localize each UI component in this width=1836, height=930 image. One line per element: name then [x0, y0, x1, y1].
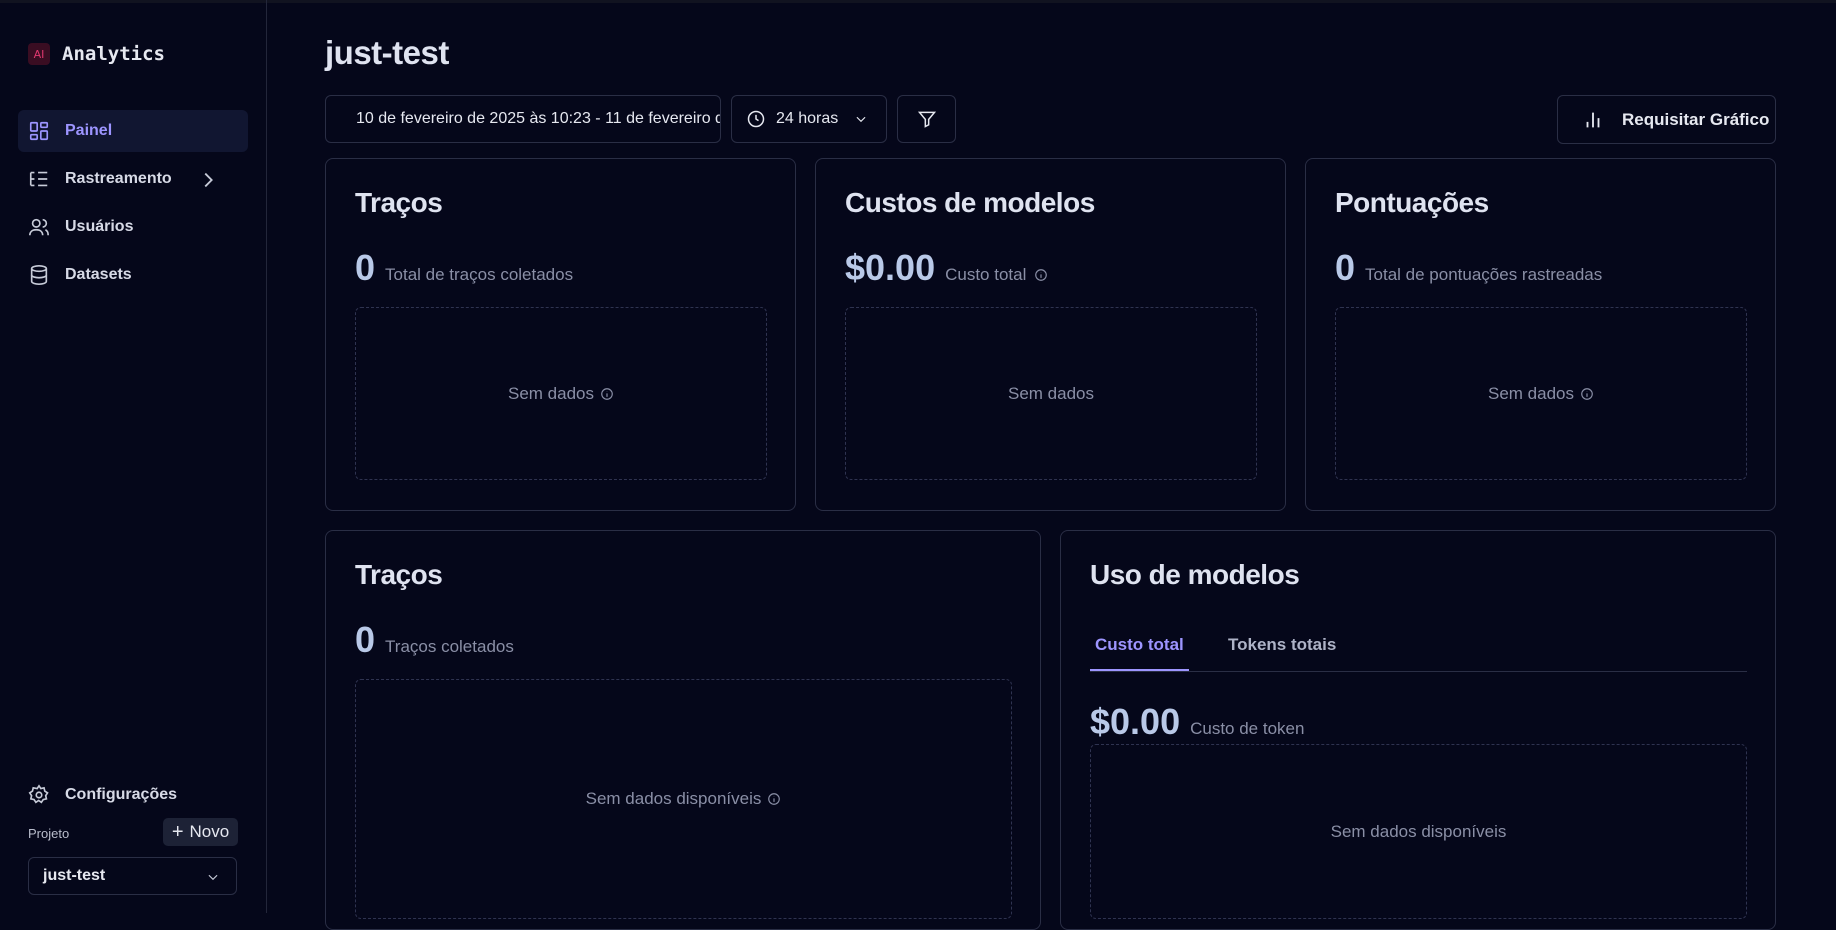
- tab-total-tokens[interactable]: Tokens totais: [1223, 627, 1341, 671]
- database-icon: [30, 265, 48, 285]
- card-title: Custos de modelos: [845, 187, 1095, 218]
- metric-label: Traços coletados: [385, 637, 514, 656]
- sidebar-item-rastreamento[interactable]: Rastreamento: [18, 158, 248, 200]
- project-label: Projeto: [28, 826, 70, 841]
- info-icon[interactable]: [1580, 387, 1594, 401]
- traces-chart-metric: 0 Traços coletados: [355, 619, 514, 661]
- sidebar-item-settings[interactable]: Configurações: [28, 784, 177, 806]
- sidebar-item-usuarios[interactable]: Usuários: [18, 206, 248, 248]
- sidebar-item-datasets[interactable]: Datasets: [18, 254, 248, 296]
- sidebar-item-painel[interactable]: Painel: [18, 110, 248, 152]
- sidebar-item-label: Rastreamento: [65, 170, 172, 187]
- empty-state-text: Sem dados disponíveis: [1330, 821, 1507, 841]
- date-range-picker[interactable]: 10 de fevereiro de 2025 às 10:23 - 11 de…: [325, 95, 721, 143]
- request-chart-label: Requisitar Gráfico: [1622, 109, 1770, 129]
- dashboard-icon: [29, 121, 49, 141]
- filter-button[interactable]: [897, 95, 956, 143]
- top-border: [0, 0, 1836, 3]
- empty-state: Sem dados: [355, 307, 767, 480]
- metric-label: Total de pontuações rastreadas: [1365, 265, 1603, 284]
- card-title: Traços: [355, 187, 443, 218]
- app-logo[interactable]: AI Analytics: [28, 43, 165, 65]
- empty-state-text: Sem dados: [1008, 383, 1094, 403]
- time-range-label: 24 horas: [776, 110, 839, 127]
- project-select[interactable]: just-test: [28, 857, 237, 895]
- sidebar-item-label: Datasets: [65, 266, 132, 283]
- metric-label: Custo total: [945, 265, 1048, 285]
- empty-state-text: Sem dados: [508, 383, 594, 403]
- scores-card: Pontuações 0 Total de pontuações rastrea…: [1305, 158, 1776, 511]
- model-usage-metric: $0.00 Custo de token: [1090, 701, 1304, 743]
- model-costs-card: Custos de modelos $0.00 Custo total Sem …: [815, 158, 1286, 511]
- chevron-down-icon: [208, 874, 218, 881]
- settings-label: Configurações: [65, 786, 178, 803]
- card-title: Pontuações: [1335, 187, 1489, 218]
- traces-chart-card: Traços 0 Traços coletados Sem dados disp…: [325, 530, 1041, 930]
- sidebar-item-label: Usuários: [65, 218, 134, 235]
- new-project-button[interactable]: + Novo: [163, 818, 238, 846]
- traces-metric: 0 Total de traços coletados: [355, 247, 573, 289]
- metric-label: Total de traços coletados: [385, 265, 574, 284]
- time-range-select[interactable]: 24 horas: [731, 95, 887, 143]
- empty-state-text: Sem dados disponíveis: [585, 789, 762, 808]
- info-icon[interactable]: [1034, 268, 1048, 282]
- plus-icon: +: [171, 821, 184, 843]
- costs-metric: $0.00 Custo total: [845, 247, 1048, 289]
- clock-icon: [747, 110, 765, 128]
- page-title: just-test: [325, 34, 449, 71]
- info-icon[interactable]: [767, 792, 781, 806]
- list-tree-icon: [29, 171, 48, 187]
- gear-icon: [28, 784, 49, 804]
- traces-card: Traços 0 Total de traços coletados Sem d…: [325, 158, 796, 511]
- empty-state: Sem dados disponíveis: [1090, 744, 1747, 919]
- card-title: Traços: [355, 559, 443, 590]
- model-usage-tabs: Custo total Tokens totais: [1090, 627, 1747, 672]
- chevron-down-icon: [856, 116, 866, 123]
- filter-icon: [917, 111, 936, 128]
- metric-value: 0: [355, 247, 376, 288]
- chevron-right-icon[interactable]: [197, 169, 219, 191]
- card-title: Uso de modelos: [1090, 559, 1300, 590]
- empty-state-text: Sem dados: [1488, 383, 1574, 403]
- scores-metric: 0 Total de pontuações rastreadas: [1335, 247, 1602, 289]
- users-icon: [29, 218, 49, 236]
- logo-text: Analytics: [62, 43, 165, 65]
- empty-state: Sem dados: [1335, 307, 1747, 480]
- tab-total-cost[interactable]: Custo total: [1090, 627, 1189, 671]
- new-project-label: Novo: [189, 822, 230, 841]
- metric-value: $0.00: [1090, 701, 1181, 742]
- sidebar-nav: Painel Rastreamento Usuários Datasets: [18, 110, 248, 302]
- metric-value: 0: [355, 619, 376, 660]
- metric-label: Custo de token: [1190, 719, 1305, 738]
- empty-state: Sem dados: [845, 307, 1257, 480]
- model-usage-card: Uso de modelos Custo total Tokens totais…: [1060, 530, 1776, 930]
- metric-value: $0.00: [845, 247, 936, 288]
- metric-label-text: Custo total: [945, 265, 1027, 284]
- sidebar-item-label: Painel: [65, 122, 113, 139]
- info-icon[interactable]: [600, 387, 614, 401]
- metric-value: 0: [1335, 247, 1356, 288]
- empty-state: Sem dados disponíveis: [355, 679, 1012, 919]
- request-chart-button[interactable]: Requisitar Gráfico: [1557, 95, 1776, 144]
- project-select-value: just-test: [43, 867, 106, 884]
- logo-badge-icon: AI: [28, 43, 50, 65]
- sidebar: AI Analytics Painel Rastreamento Usuário…: [0, 0, 267, 913]
- bar-chart-icon: [1586, 112, 1600, 127]
